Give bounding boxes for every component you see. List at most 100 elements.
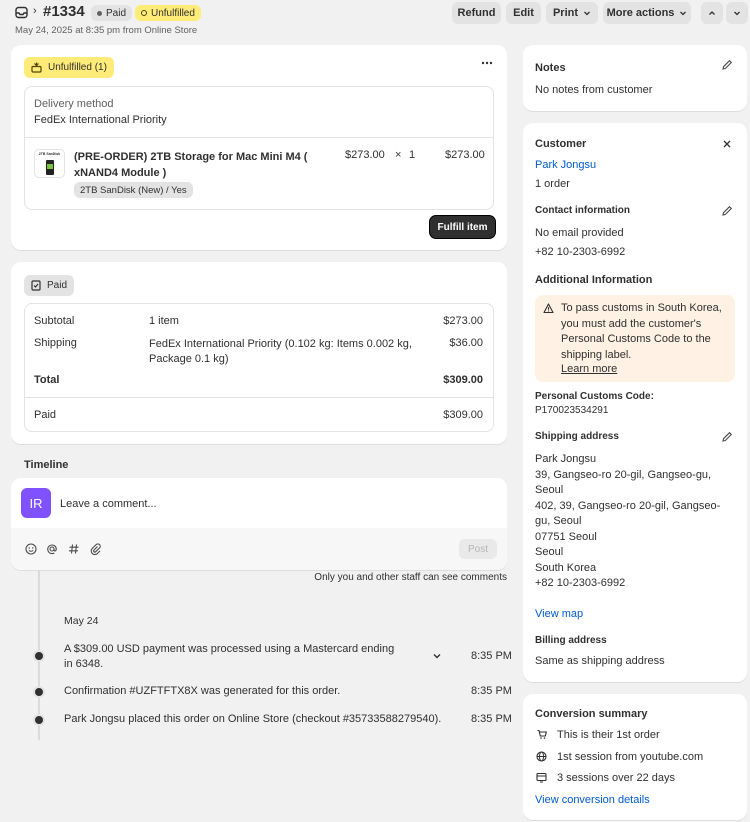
learn-more-link[interactable]: Learn more [561, 363, 617, 375]
shipping-value: $36.00 [449, 337, 483, 349]
timeline-title: Timeline [24, 459, 69, 471]
shipping-address: Park Jongsu 39, Gangseo-ro 20-gil, Gangs… [535, 452, 725, 592]
paid-status-badge: Paid [91, 5, 133, 21]
more-actions-button[interactable]: More actions [603, 2, 691, 24]
edit-button[interactable]: Edit [506, 2, 541, 24]
contact-info-title: Contact information [535, 205, 630, 216]
address-line: +82 10-2303-6992 [535, 577, 626, 589]
shipping-description: FedEx International Priority (0.102 kg: … [149, 338, 412, 365]
delivery-method-value: FedEx International Priority [34, 114, 167, 126]
address-line: 39, Gangseo-ro 20-gil, Gangseo-gu, Seoul [535, 468, 712, 497]
fulfillment-details-box: Delivery method FedEx International Prio… [24, 86, 494, 210]
address-line: Park Jongsu [535, 453, 597, 465]
delivery-method-label: Delivery method [34, 98, 114, 110]
conversion-item: 1st session from youtube.com [557, 751, 704, 763]
timeline-event: Confirmation #UZFTFTX8X was generated fo… [64, 685, 341, 697]
next-order-button[interactable] [726, 2, 748, 24]
unfulfilled-status-badge: Unfulfilled [135, 5, 201, 21]
comment-toolbar [11, 528, 507, 570]
comment-box: IR Leave a comment... Post [11, 478, 507, 570]
subtotal-label: Subtotal [34, 315, 75, 327]
customs-code-value: P170023534291 [535, 405, 609, 416]
timeline-event-time: 8:35 PM [471, 685, 512, 697]
timeline-date: May 24 [64, 615, 99, 627]
chevron-up-icon [708, 9, 716, 17]
view-map-link[interactable]: View map [535, 608, 583, 620]
refund-button[interactable]: Refund [452, 2, 501, 24]
chevron-down-icon [679, 9, 687, 17]
hashtag-icon[interactable] [68, 543, 80, 555]
comment-input[interactable]: Leave a comment... [60, 498, 480, 510]
emoji-icon[interactable] [25, 543, 37, 555]
address-line: Seoul [535, 546, 564, 558]
more-options-icon[interactable] [481, 58, 493, 68]
total-value: $309.00 [443, 374, 483, 386]
divider [25, 397, 493, 398]
notes-body: No notes from customer [535, 84, 653, 96]
timeline-event-time: 8:35 PM [471, 650, 512, 662]
product-image-icon [46, 160, 54, 175]
sessions-icon [536, 772, 547, 783]
timeline-dot [33, 686, 45, 698]
address-line: South Korea [535, 561, 597, 574]
breadcrumb-chevron-icon: › [33, 5, 37, 17]
conversion-summary-card: Conversion summary This is their 1st ord… [523, 694, 747, 820]
shipping-address-title: Shipping address [535, 431, 619, 442]
dot-icon [97, 10, 102, 16]
warning-icon [543, 303, 554, 314]
previous-order-button[interactable] [701, 2, 723, 24]
timeline-event: A $309.00 USD payment was processed usin… [64, 643, 395, 670]
timeline-dot [33, 650, 45, 662]
conversion-item: This is their 1st order [557, 729, 660, 741]
unfulfilled-box-icon [31, 62, 42, 73]
globe-icon [536, 751, 547, 762]
product-thumbnail[interactable]: 2TB SanDisk [34, 149, 65, 178]
address-line: 402, 39, Gangseo-ro 20-gil, Gangseo-gu, … [535, 499, 721, 528]
post-button[interactable]: Post [459, 539, 497, 559]
customs-code-label: Personal Customs Code: [535, 391, 654, 402]
customer-name-link[interactable]: Park Jongsu [535, 159, 596, 171]
customs-warning-text: To pass customs in South Korea, you must… [561, 302, 722, 361]
payment-summary-box: Subtotal 1 item $273.00 Shipping FedEx I… [24, 303, 494, 432]
billing-address-value: Same as shipping address [535, 655, 665, 667]
item-quantity: 1 [409, 149, 416, 161]
timeline-event: Park Jongsu placed this order on Online … [64, 713, 442, 725]
order-icon[interactable] [15, 6, 28, 19]
print-button[interactable]: Print [546, 2, 598, 24]
paid-badge: Paid [24, 275, 75, 296]
edit-notes-icon[interactable] [721, 59, 733, 71]
shipping-label: Shipping [34, 337, 77, 349]
unfulfilled-count-badge: Unfulfilled (1) [24, 57, 114, 78]
edit-contact-icon[interactable] [721, 205, 733, 217]
billing-address-title: Billing address [535, 635, 607, 646]
timeline-event-time: 8:35 PM [471, 713, 512, 725]
paid-label: Paid [34, 409, 57, 421]
attachment-icon[interactable] [90, 543, 102, 555]
address-line: 07751 Seoul [535, 530, 597, 543]
chevron-down-icon [733, 9, 741, 17]
customer-title: Customer [535, 138, 587, 150]
subtotal-value: $273.00 [443, 315, 483, 327]
mention-icon[interactable] [46, 543, 58, 555]
fulfill-item-button[interactable]: Fulfill item [430, 216, 495, 238]
customer-card: Customer Park Jongsu 1 order Contact inf… [523, 123, 747, 682]
fulfillment-card: Unfulfilled (1) Delivery method FedEx In… [11, 45, 507, 250]
product-variant-badge: 2TB SanDisk (New) / Yes [74, 182, 193, 198]
close-icon[interactable] [722, 139, 732, 149]
product-title-link[interactable]: (PRE-ORDER) 2TB Storage for Mac Mini M4 … [74, 149, 342, 181]
item-unit-price: $273.00 [345, 149, 385, 161]
conversion-item: 3 sessions over 22 days [557, 772, 676, 784]
view-conversion-details-link[interactable]: View conversion details [535, 794, 650, 806]
edit-shipping-icon[interactable] [721, 431, 733, 443]
item-times: × [395, 149, 402, 161]
chevron-down-icon[interactable] [432, 652, 442, 660]
thumbnail-label: 2TB SanDisk [38, 152, 61, 156]
subtotal-description: 1 item [149, 315, 179, 327]
additional-info-title: Additional Information [535, 274, 653, 286]
timeline-dot [33, 714, 45, 726]
paid-value: $309.00 [443, 409, 483, 421]
notes-card: Notes No notes from customer [523, 45, 747, 111]
receipt-check-icon [31, 280, 41, 291]
customer-orders-count: 1 order [535, 178, 570, 190]
avatar: IR [21, 488, 51, 518]
